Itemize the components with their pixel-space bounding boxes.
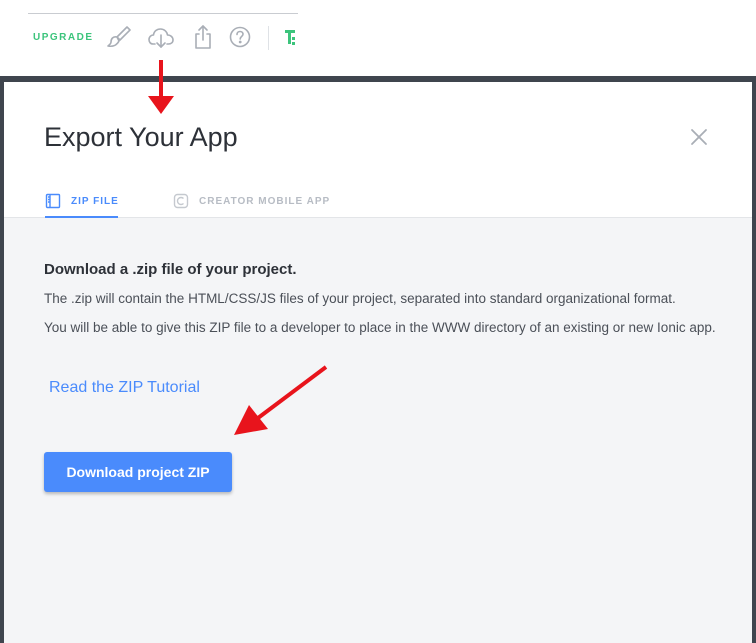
export-modal: Export Your App ZIP FILE CREATOR MOBILE … [4, 82, 752, 643]
help-icon[interactable] [226, 22, 256, 52]
export-description-1: The .zip will contain the HTML/CSS/JS fi… [44, 291, 676, 306]
cloud-download-icon[interactable] [146, 22, 176, 52]
paintbrush-icon[interactable] [104, 22, 134, 52]
active-tab-indicator [45, 216, 118, 218]
download-project-zip-button[interactable]: Download project ZIP [44, 452, 232, 492]
modal-header: Export Your App ZIP FILE CREATOR MOBILE … [4, 82, 752, 218]
close-icon[interactable] [687, 125, 711, 149]
tab-creator-mobile-app-label: CREATOR MOBILE APP [199, 196, 331, 207]
tab-creator-mobile-app[interactable]: CREATOR MOBILE APP [173, 190, 330, 217]
upgrade-link[interactable]: UPGRADE [33, 32, 94, 43]
toolbar-divider-line [28, 13, 298, 14]
zip-file-icon [45, 193, 61, 209]
zip-tutorial-link[interactable]: Read the ZIP Tutorial [49, 379, 200, 397]
export-heading: Download a .zip file of your project. [44, 261, 297, 278]
tab-zip-file[interactable]: ZIP FILE [45, 190, 119, 218]
toolbar-separator [268, 26, 269, 50]
top-toolbar: UPGRADE [0, 0, 756, 76]
creator-app-icon [173, 193, 189, 209]
logo-icon[interactable] [282, 22, 298, 52]
tab-zip-file-label: ZIP FILE [71, 196, 119, 207]
modal-title: Export Your App [44, 122, 238, 152]
export-description-2: You will be able to give this ZIP file t… [44, 320, 716, 335]
share-icon[interactable] [188, 22, 218, 52]
